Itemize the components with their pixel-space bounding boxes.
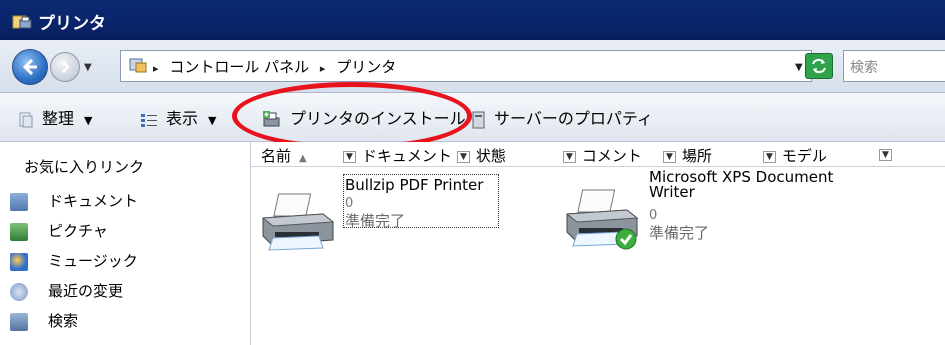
recent-pages-dropdown-icon[interactable]: ▼ [84, 62, 92, 73]
column-label: 名前 [261, 147, 292, 165]
printer-icon [261, 193, 335, 251]
column-header-location[interactable]: ▼ 場所 [663, 145, 712, 166]
printer-list: 名前 ▲ ▼ ドキュメント ▼ 状態 ▼ コメント ▼ 場所 ▼ モデル ▼ B… [251, 142, 945, 345]
organize-button[interactable]: 整理 ▼ [18, 105, 92, 129]
address-history-dropdown-icon[interactable]: ▼ [795, 62, 803, 73]
view-button[interactable]: 表示 ▼ [140, 105, 216, 129]
server-properties-icon [472, 111, 485, 128]
column-header-model[interactable]: ▼ モデル [763, 145, 827, 166]
sort-ascending-icon: ▲ [299, 153, 307, 164]
organize-icon [19, 112, 33, 127]
breadcrumb-printers[interactable]: プリンタ [336, 58, 396, 76]
view-label: 表示 [166, 109, 199, 128]
column-header-documents[interactable]: ▼ ドキュメント [343, 145, 452, 166]
printer-status: 準備完了 [649, 224, 710, 242]
nav-item-label: ドキュメント [48, 192, 139, 210]
back-button[interactable] [12, 49, 48, 85]
breadcrumb-separator-icon[interactable]: ▸ [153, 62, 159, 75]
printer-item-bullzip[interactable]: Bullzip PDF Printer 0 準備完了 [259, 174, 509, 274]
printer-name: Bullzip PDF Printer [345, 176, 484, 194]
nav-item-recent-changes[interactable]: 最近の変更 [10, 280, 123, 301]
column-header-comment[interactable]: ▼ コメント [563, 145, 642, 166]
breadcrumb: ▸ コントロール パネル ▸ プリンタ [153, 56, 402, 77]
column-filter-dropdown-icon[interactable]: ▼ [763, 150, 776, 163]
refresh-icon [812, 58, 826, 74]
highlight-circle [232, 82, 472, 150]
nav-item-search[interactable]: 検索 [10, 310, 78, 331]
column-label: コメント [581, 147, 642, 165]
column-header-row: 名前 ▲ ▼ ドキュメント ▼ 状態 ▼ コメント ▼ 場所 ▼ モデル ▼ [251, 142, 945, 167]
column-label: ドキュメント [361, 147, 452, 165]
column-filter-dropdown-icon[interactable]: ▼ [563, 150, 576, 163]
default-printer-check-icon [615, 228, 637, 250]
column-filter-dropdown-icon[interactable]: ▼ [663, 150, 676, 163]
window-title: プリンタ [38, 14, 106, 34]
column-filter-dropdown-icon[interactable]: ▼ [343, 150, 356, 163]
printer-document-count: 0 [649, 208, 658, 223]
back-arrow-icon [22, 58, 37, 76]
view-icon [141, 113, 157, 127]
recent-changes-icon [10, 282, 28, 301]
organize-label: 整理 [42, 109, 75, 128]
favorite-links-heading: お気に入りリンク [24, 158, 145, 176]
title-bar: プリンタ [0, 0, 945, 40]
nav-item-label: 最近の変更 [48, 282, 124, 300]
search-input[interactable]: 検索 [843, 50, 945, 82]
address-field[interactable]: ▸ コントロール パネル ▸ プリンタ [120, 50, 812, 82]
search-placeholder: 検索 [850, 60, 878, 76]
printer-document-count: 0 [345, 196, 354, 211]
search-folder-icon [10, 312, 28, 331]
control-panel-icon [129, 58, 147, 73]
column-label: モデル [781, 147, 827, 165]
server-properties-label: サーバーのプロパティ [494, 109, 653, 128]
refresh-button[interactable] [805, 53, 833, 79]
nav-item-label: 検索 [48, 312, 79, 330]
breadcrumb-control-panel[interactable]: コントロール パネル [169, 58, 309, 76]
server-properties-button[interactable]: サーバーのプロパティ [472, 105, 653, 129]
printers-window: プリンタ ▼ ▸ コントロール パネル ▸ プリンタ ▼ 検索 整理 ▼ 表示 … [0, 0, 945, 345]
printers-folder-icon [12, 15, 32, 29]
column-header-status[interactable]: ▼ 状態 [457, 145, 506, 166]
column-filter-dropdown-icon[interactable]: ▼ [457, 150, 470, 163]
forward-button[interactable] [50, 52, 80, 82]
music-icon [10, 252, 28, 271]
pictures-icon [10, 222, 28, 241]
forward-arrow-icon [62, 61, 70, 73]
nav-item-music[interactable]: ミュージック [10, 250, 138, 271]
column-filter-dropdown-icon[interactable]: ▼ [879, 148, 892, 161]
column-label: 場所 [681, 147, 712, 165]
printer-status: 準備完了 [345, 212, 406, 230]
documents-icon [10, 192, 28, 211]
navigation-pane: お気に入りリンク ドキュメント ピクチャ ミュージック 最近の変更 検索 [0, 142, 251, 345]
nav-item-label: ミュージック [48, 252, 138, 270]
printer-name: Microsoft XPS Document Writer [649, 168, 834, 201]
nav-item-pictures[interactable]: ピクチャ [10, 220, 108, 241]
column-header-more[interactable]: ▼ [879, 145, 898, 163]
printer-item-xps[interactable]: Microsoft XPS Document Writer 0 準備完了 [563, 170, 863, 270]
column-label: 状態 [475, 147, 506, 165]
organize-dropdown-icon: ▼ [84, 114, 93, 127]
nav-item-label: ピクチャ [48, 222, 108, 240]
column-header-name[interactable]: 名前 ▲ [261, 145, 307, 166]
nav-item-documents[interactable]: ドキュメント [10, 190, 138, 211]
view-dropdown-icon: ▼ [208, 114, 217, 127]
command-bar: 整理 ▼ 表示 ▼ プリンタのインストール サーバーのプロパティ [0, 93, 945, 142]
breadcrumb-separator-icon[interactable]: ▸ [320, 62, 326, 75]
address-toolbar: ▼ ▸ コントロール パネル ▸ プリンタ ▼ 検索 [0, 40, 945, 93]
